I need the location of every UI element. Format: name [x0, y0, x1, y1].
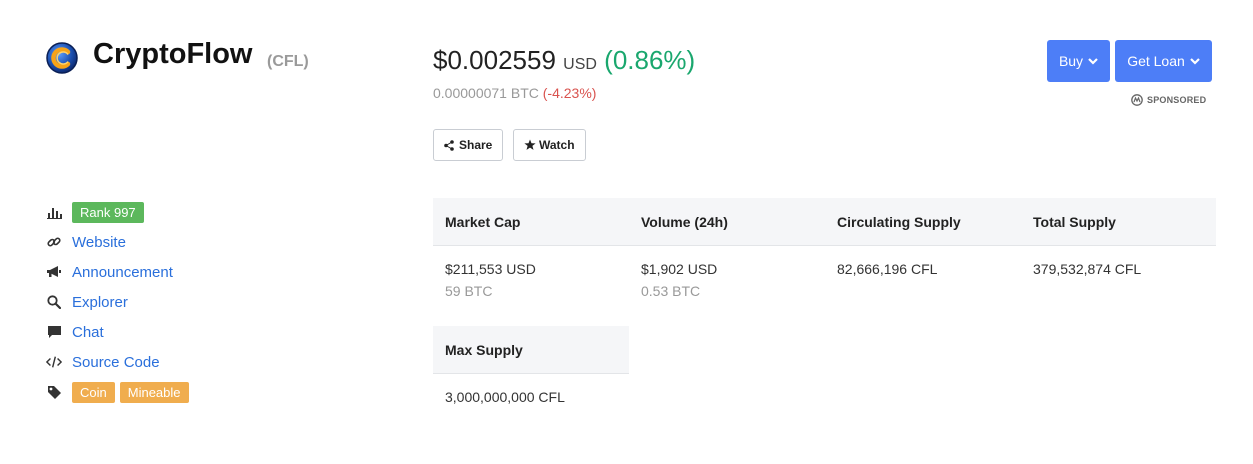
sponsor-logo-icon	[1131, 94, 1143, 106]
cryptoflow-logo-icon	[46, 42, 78, 74]
tag-coin[interactable]: Coin	[72, 381, 115, 403]
search-icon	[46, 294, 62, 310]
circulating-supply-value: 82,666,196 CFL	[837, 261, 938, 277]
sidebar-item-chat[interactable]: Chat	[46, 321, 104, 343]
sidebar-item-announcement[interactable]: Announcement	[46, 261, 173, 283]
circulating-supply-label: Circulating Supply	[837, 214, 961, 230]
price-btc: 0.00000071 BTC (-4.23%)	[433, 85, 596, 101]
rank-row: Rank 997	[46, 201, 144, 223]
market-cap-value: $211,553 USD	[445, 261, 536, 277]
price-btc-value: 0.00000071 BTC	[433, 85, 539, 101]
sidebar-item-website[interactable]: Website	[46, 231, 126, 253]
chevron-down-icon	[1088, 57, 1098, 65]
volume-btc: 0.53 BTC	[641, 283, 701, 299]
max-supply-label: Max Supply	[445, 342, 523, 358]
website-link[interactable]: Website	[72, 234, 126, 251]
share-button[interactable]: Share	[433, 129, 503, 161]
share-icon	[444, 139, 454, 151]
volume-label: Volume (24h)	[641, 214, 728, 230]
sidebar-item-explorer[interactable]: Explorer	[46, 291, 128, 313]
tag-icon	[46, 384, 62, 400]
volume-value: $1,902 USD	[641, 261, 718, 277]
watch-button[interactable]: Watch	[513, 129, 586, 161]
market-cap-label: Market Cap	[445, 214, 521, 230]
price-usd-currency: USD	[563, 56, 597, 73]
share-label: Share	[459, 138, 493, 152]
sidebar-item-source-code[interactable]: Source Code	[46, 351, 160, 373]
get-loan-button[interactable]: Get Loan	[1115, 40, 1212, 82]
code-icon	[46, 354, 62, 370]
sponsored-text: SPONSORED	[1147, 95, 1207, 105]
link-icon	[46, 234, 62, 250]
total-supply-label: Total Supply	[1033, 214, 1116, 230]
price-usd-change: (0.86%)	[604, 45, 696, 75]
price-usd: $0.002559 USD (0.86%)	[433, 45, 695, 76]
max-supply-value: 3,000,000,000 CFL	[445, 389, 565, 405]
sponsored-label[interactable]: SPONSORED	[1131, 94, 1206, 106]
announcement-link[interactable]: Announcement	[72, 264, 173, 281]
chat-link[interactable]: Chat	[72, 324, 104, 341]
buy-label: Buy	[1058, 53, 1084, 69]
coin-symbol: (CFL)	[267, 53, 309, 70]
get-loan-label: Get Loan	[1127, 53, 1185, 69]
megaphone-icon	[46, 264, 62, 280]
chevron-down-icon	[1190, 57, 1200, 65]
rank-badge: Rank 997	[72, 201, 144, 223]
coin-name: CryptoFlow	[93, 38, 253, 70]
explorer-link[interactable]: Explorer	[72, 294, 128, 311]
price-usd-value: $0.002559	[433, 45, 556, 75]
buy-button[interactable]: Buy	[1047, 40, 1110, 82]
source-code-link[interactable]: Source Code	[72, 354, 160, 371]
market-cap-btc: 59 BTC	[445, 283, 493, 299]
total-supply-value: 379,532,874 CFL	[1033, 261, 1142, 277]
bar-chart-icon	[46, 204, 62, 220]
watch-label: Watch	[539, 138, 575, 152]
chat-icon	[46, 324, 62, 340]
tags-row: Coin Mineable	[46, 381, 194, 403]
tag-mineable[interactable]: Mineable	[119, 381, 189, 403]
price-btc-change: (-4.23%)	[542, 85, 597, 101]
star-icon	[524, 139, 536, 151]
